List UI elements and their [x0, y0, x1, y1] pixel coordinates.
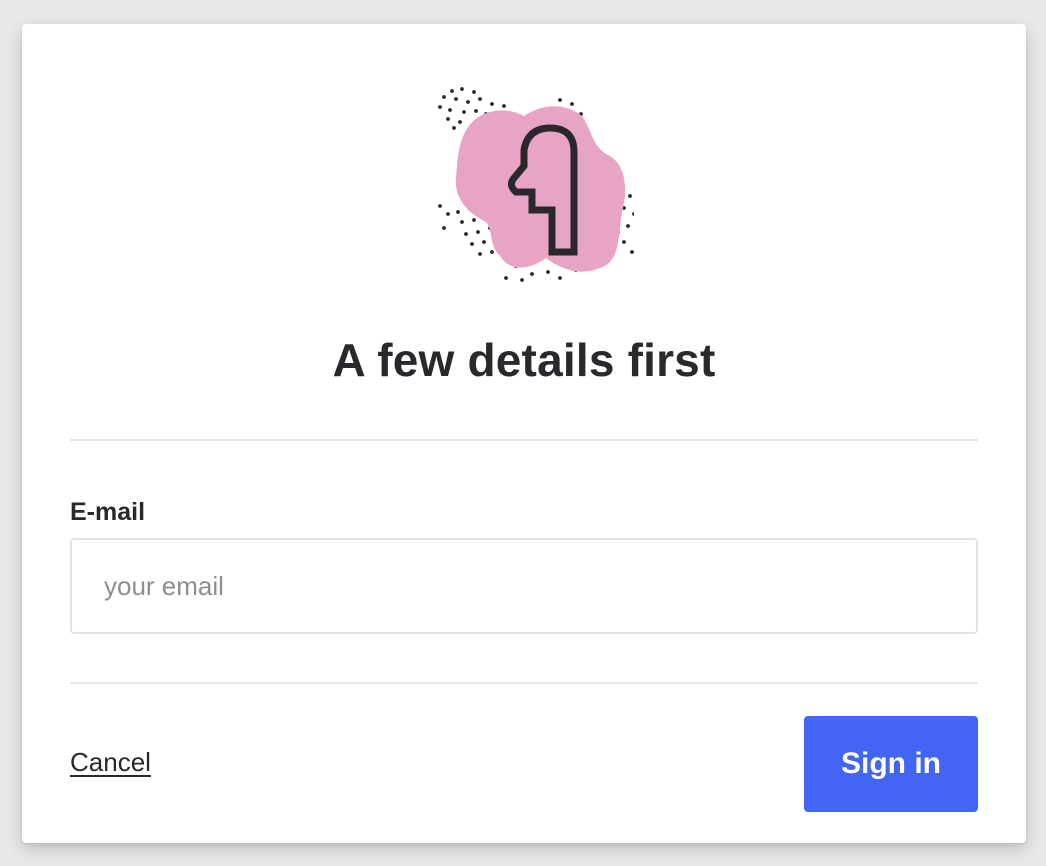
- head-profile-illustration: [438, 87, 634, 282]
- divider-top: [70, 439, 978, 441]
- email-label: E-mail: [70, 498, 146, 526]
- sign-in-button[interactable]: Sign in: [804, 716, 978, 812]
- sign-in-dialog: A few details first E-mail Cancel Sign i…: [22, 24, 1026, 843]
- cancel-link[interactable]: Cancel: [70, 745, 151, 779]
- divider-bottom: [70, 682, 978, 684]
- dialog-title: A few details first: [332, 334, 716, 386]
- email-field[interactable]: [70, 538, 978, 634]
